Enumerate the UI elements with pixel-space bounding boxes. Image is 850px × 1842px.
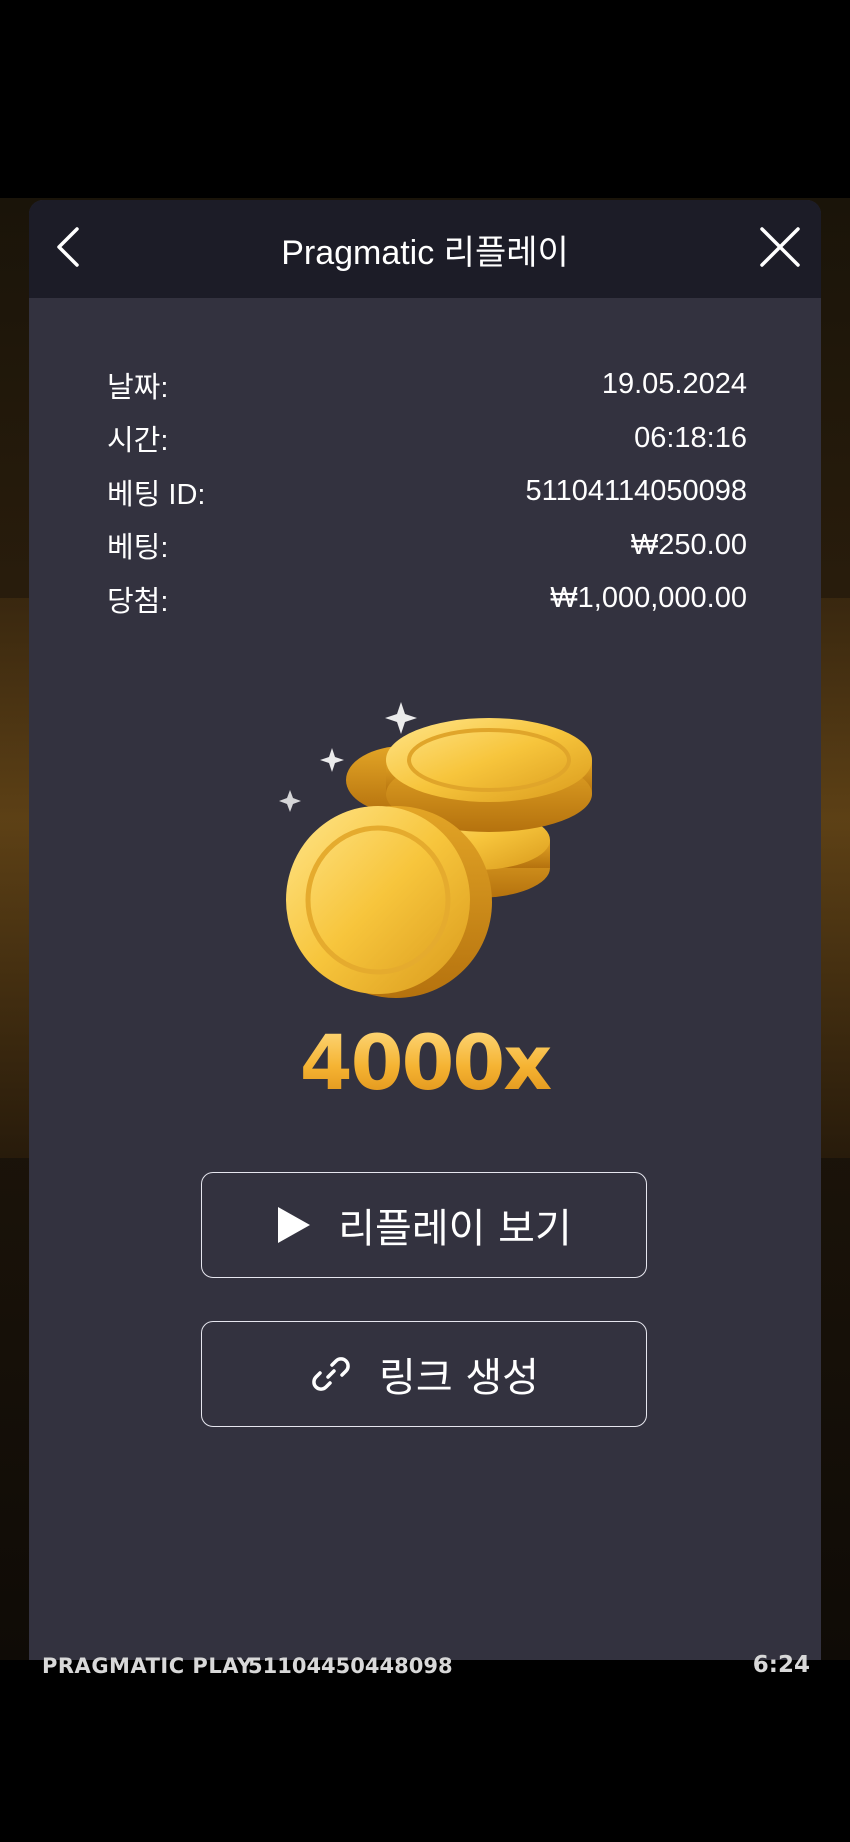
replay-dialog: Pragmatic 리플레이 날짜: 19.05.2024 시간: 06:18:…	[29, 200, 821, 1660]
coins-icon	[274, 690, 594, 1010]
bet-id-value: 51104114050098	[525, 475, 748, 508]
info-row-time: 시간: 06:18:16	[107, 412, 747, 466]
play-icon	[276, 1205, 312, 1245]
close-button[interactable]	[751, 220, 809, 278]
win-value: ₩1,000,000.00	[550, 582, 747, 615]
link-icon	[309, 1352, 353, 1396]
create-link-label: 링크 생성	[379, 1355, 539, 1401]
dialog-header: Pragmatic 리플레이	[29, 200, 821, 298]
view-replay-label: 리플레이 보기	[338, 1206, 572, 1252]
brand-name: PRAGMATIC PLAY	[42, 1654, 253, 1678]
info-row-date: 날짜: 19.05.2024	[107, 358, 747, 412]
round-id: 51104450448098	[248, 1654, 453, 1678]
dialog-title: Pragmatic 리플레이	[281, 233, 569, 272]
bet-id-label: 베팅 ID:	[107, 478, 206, 511]
date-label: 날짜:	[107, 371, 169, 404]
info-row-bet: 베팅: ₩250.00	[107, 519, 747, 573]
create-link-button[interactable]: 링크 생성	[201, 1321, 647, 1427]
bet-info-list: 날짜: 19.05.2024 시간: 06:18:16 베팅 ID: 51104…	[107, 358, 747, 626]
background-decoration-right	[820, 598, 850, 1158]
win-label: 당첨:	[107, 585, 169, 618]
time-label: 시간:	[107, 425, 169, 458]
info-row-bet-id: 베팅 ID: 51104114050098	[107, 465, 747, 519]
background-decoration-left	[0, 598, 30, 1158]
view-replay-button[interactable]: 리플레이 보기	[201, 1172, 647, 1278]
close-icon	[758, 225, 802, 273]
bet-label: 베팅:	[107, 532, 169, 565]
bet-value: ₩250.00	[630, 528, 747, 561]
win-multiplier: 4000x	[29, 1018, 821, 1107]
time-value: 06:18:16	[634, 421, 747, 454]
date-value: 19.05.2024	[601, 368, 747, 401]
game-clock: 6:24	[752, 1652, 810, 1678]
info-row-win: 당첨: ₩1,000,000.00	[107, 572, 747, 626]
